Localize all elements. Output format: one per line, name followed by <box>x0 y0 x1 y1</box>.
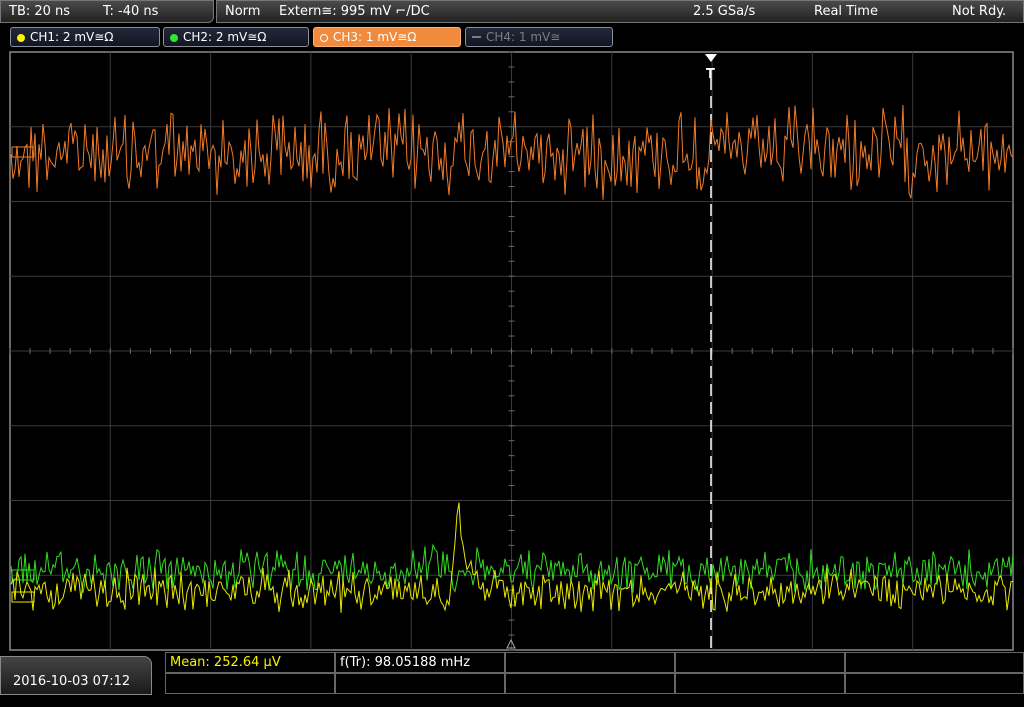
channel-2-label: CH2: 2 mV≅Ω <box>183 30 267 44</box>
empty-measurement-cell-9 <box>675 673 845 694</box>
empty-measurement-cell-8 <box>505 673 675 694</box>
waveform-display[interactable]: T <box>0 50 1024 652</box>
sample-rate-label: 2.5 GSa/s <box>693 4 756 19</box>
channel-2-dot-icon <box>170 34 178 42</box>
measurement-table[interactable]: Mean: 252.64 µV f(Tr): 98.05188 mHz <box>165 652 1024 695</box>
trigger-mode-label: Norm <box>225 4 261 19</box>
channel-1-tab[interactable]: CH1: 2 mV≅Ω <box>10 27 160 47</box>
channel-4-label: CH4: 1 mV≅ <box>486 30 561 44</box>
date-time-label: 2016-10-03 07:12 <box>13 674 131 689</box>
trigger-t-icon: T <box>706 67 715 82</box>
channel-1-dot-icon <box>17 34 25 42</box>
channel-3-dot-icon <box>320 34 328 42</box>
channel-1-label: CH1: 2 mV≅Ω <box>30 30 114 44</box>
trigger-time-label: T: -40 ns <box>103 4 159 19</box>
empty-measurement-cell-4 <box>675 652 845 673</box>
graticule: T <box>9 51 1014 651</box>
empty-measurement-cell-10 <box>845 673 1024 694</box>
mean-measurement-value: Mean: 252.64 µV <box>170 655 281 670</box>
acquisition-status-label: Not Rdy. <box>952 4 1007 19</box>
frequency-measurement-value: f(Tr): 98.05188 mHz <box>340 655 471 670</box>
channel-4-tab[interactable]: CH4: 1 mV≅ <box>465 27 613 47</box>
trigger-acquisition-box[interactable]: Norm Extern≅: 995 mV ⌐/DC 2.5 GSa/s Real… <box>216 0 1024 23</box>
acquisition-mode-label: Real Time <box>814 4 878 19</box>
empty-measurement-cell-6 <box>165 673 335 694</box>
timebase-box[interactable]: TB: 20 ns T: -40 ns <box>0 0 214 23</box>
status-bar: TB: 20 ns T: -40 ns Norm Extern≅: 995 mV… <box>0 0 1024 24</box>
channel-3-label: CH3: 1 mV≅Ω <box>333 30 417 44</box>
channel-2-tab[interactable]: CH2: 2 mV≅Ω <box>163 27 309 47</box>
frequency-measurement-cell[interactable]: f(Tr): 98.05188 mHz <box>335 652 505 673</box>
timebase-label: TB: 20 ns <box>9 4 71 19</box>
mean-measurement-cell[interactable]: Mean: 252.64 µV <box>165 652 335 673</box>
empty-measurement-cell-7 <box>335 673 505 694</box>
channel-4-dash-icon <box>472 36 481 38</box>
bottom-bar: 2016-10-03 07:12 Mean: 252.64 µV f(Tr): … <box>0 652 1024 695</box>
date-time-box: 2016-10-03 07:12 <box>0 656 152 695</box>
empty-measurement-cell-3 <box>505 652 675 673</box>
empty-measurement-cell-5 <box>845 652 1024 673</box>
channel-3-tab[interactable]: CH3: 1 mV≅Ω <box>313 27 461 47</box>
trigger-source-label: Extern≅: 995 mV ⌐/DC <box>279 4 430 19</box>
